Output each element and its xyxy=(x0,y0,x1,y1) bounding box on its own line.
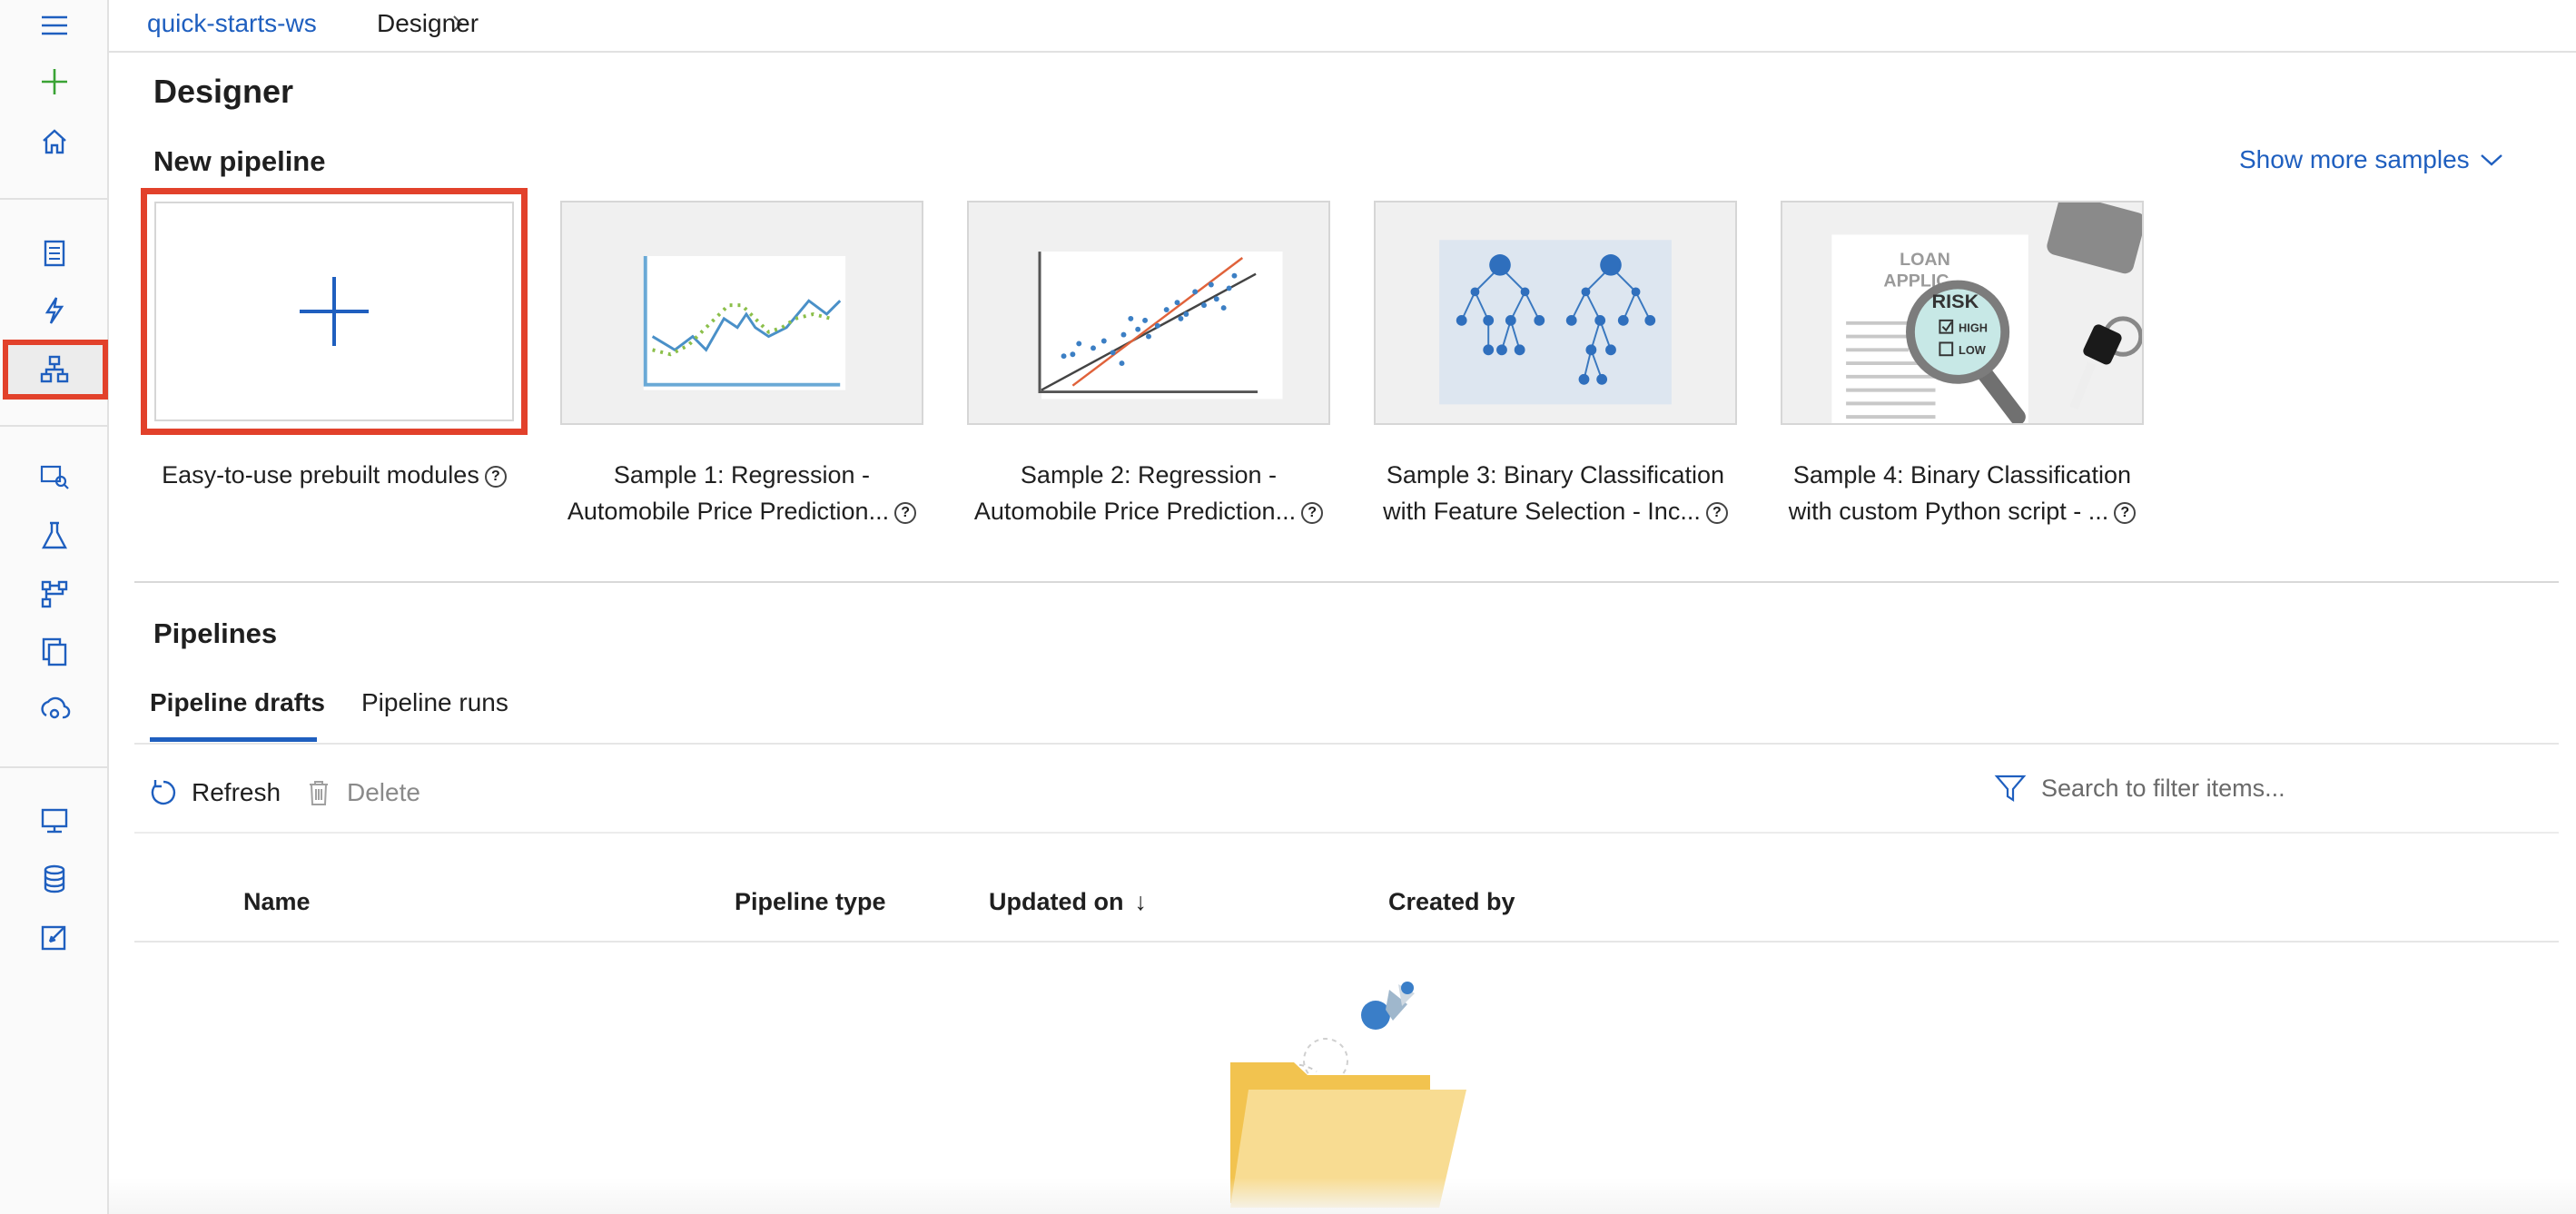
home-icon[interactable] xyxy=(18,116,91,167)
automl-icon[interactable] xyxy=(18,285,91,336)
tile-caption: Sample 1: Regression - Automobile Price … xyxy=(542,457,942,529)
tile-caption-line2: Automobile Price Prediction... xyxy=(567,498,890,525)
tile-caption-line1: Sample 1: Regression - xyxy=(613,461,871,489)
column-header-name[interactable]: Name xyxy=(243,888,311,916)
rail-divider xyxy=(0,766,109,768)
show-more-samples-link[interactable]: Show more samples xyxy=(2239,145,2504,174)
help-icon[interactable]: ? xyxy=(1301,501,1324,524)
tile-caption-line1: Easy-to-use prebuilt modules xyxy=(162,461,479,489)
help-icon[interactable]: ? xyxy=(1705,501,1728,524)
sample-2-tile[interactable] xyxy=(967,201,1330,425)
empty-folder-illustration xyxy=(1230,982,1466,1208)
delete-button[interactable]: Delete xyxy=(303,775,420,811)
new-pipeline-title: New pipeline xyxy=(153,145,326,177)
breadcrumb-current: Designer xyxy=(377,9,479,37)
pipelines-title: Pipelines xyxy=(153,617,278,649)
help-icon[interactable]: ? xyxy=(2114,501,2137,524)
rail-divider xyxy=(0,425,109,427)
search-filter-box[interactable]: Search to filter items... xyxy=(1994,772,2285,804)
svg-text:RISK: RISK xyxy=(1932,290,1979,312)
search-input[interactable]: Search to filter items... xyxy=(2041,775,2285,803)
tile-caption: Easy-to-use prebuilt modules? xyxy=(134,457,534,493)
sample-4-tile[interactable]: LOAN APPLIC RISK HIGH LOW xyxy=(1781,201,2144,425)
new-pipeline-tile-card xyxy=(154,202,514,421)
decision-tree-thumbnail xyxy=(1439,240,1672,405)
pipelines-icon[interactable] xyxy=(18,568,91,619)
plus-icon[interactable] xyxy=(18,56,91,107)
rail-divider xyxy=(0,198,109,200)
svg-text:LOW: LOW xyxy=(1959,343,1987,357)
models-icon[interactable] xyxy=(18,627,91,677)
tile-caption-line2: with Feature Selection - Inc... xyxy=(1383,498,1701,525)
delete-label: Delete xyxy=(347,778,420,806)
scatter-chart-thumbnail xyxy=(1038,252,1283,400)
bottom-fade xyxy=(109,1178,2576,1214)
labeling-icon[interactable] xyxy=(18,912,91,962)
tile-caption-line1: Sample 4: Binary Classification xyxy=(1792,461,2132,489)
endpoints-icon[interactable] xyxy=(18,685,91,735)
new-pipeline-tile[interactable] xyxy=(141,188,528,435)
tile-caption: Sample 4: Binary Classification with cus… xyxy=(1762,457,2162,529)
line-chart-thumbnail xyxy=(643,256,846,390)
breadcrumb: quick-starts-ws Designer xyxy=(109,0,2576,53)
refresh-label: Refresh xyxy=(192,778,281,806)
help-icon[interactable]: ? xyxy=(484,465,507,488)
column-header-updated-on[interactable]: Updated on ↓ xyxy=(989,888,1147,916)
sample-1-tile[interactable] xyxy=(560,201,923,425)
page-title: Designer xyxy=(153,73,294,110)
tile-caption: Sample 2: Regression - Automobile Price … xyxy=(949,457,1348,529)
active-tab-indicator xyxy=(150,737,317,742)
hamburger-icon[interactable] xyxy=(18,0,91,51)
toolbar-divider xyxy=(134,832,2559,834)
tile-caption: Sample 3: Binary Classification with Fea… xyxy=(1356,457,1755,529)
notebook-icon[interactable] xyxy=(18,227,91,278)
designer-icon[interactable] xyxy=(18,343,91,394)
breadcrumb-workspace-link[interactable]: quick-starts-ws xyxy=(147,9,317,38)
tile-caption-line1: Sample 3: Binary Classification xyxy=(1386,461,1725,489)
column-header-updated-on-label: Updated on xyxy=(989,888,1124,915)
compute-icon[interactable] xyxy=(18,795,91,846)
column-header-pipeline-type[interactable]: Pipeline type xyxy=(735,888,886,916)
column-header-created-by[interactable]: Created by xyxy=(1388,888,1515,916)
tab-pipeline-drafts[interactable]: Pipeline drafts xyxy=(150,688,325,717)
experiments-icon[interactable] xyxy=(18,510,91,561)
refresh-icon xyxy=(151,780,176,805)
datasets-icon[interactable] xyxy=(18,450,91,501)
section-divider xyxy=(134,581,2559,583)
sort-arrow-down-icon: ↓ xyxy=(1134,888,1148,915)
tile-caption-line2: with custom Python script - ... xyxy=(1788,498,2109,525)
refresh-button[interactable]: Refresh xyxy=(148,775,281,811)
tile-caption-line2: Automobile Price Prediction... xyxy=(973,498,1297,525)
table-header-divider xyxy=(134,941,2559,943)
tile-caption-line1: Sample 2: Regression - xyxy=(1020,461,1278,489)
sample-3-tile[interactable] xyxy=(1374,201,1737,425)
datastores-icon[interactable] xyxy=(18,854,91,904)
left-nav-rail xyxy=(0,0,109,1214)
tab-pipeline-runs[interactable]: Pipeline runs xyxy=(361,688,508,717)
filter-icon xyxy=(1994,775,2027,803)
tabs-divider xyxy=(134,743,2559,745)
svg-text:HIGH: HIGH xyxy=(1959,321,1988,335)
show-more-samples-label: Show more samples xyxy=(2239,145,2470,173)
help-icon[interactable]: ? xyxy=(894,501,917,524)
chevron-down-icon xyxy=(2480,154,2502,166)
trash-icon xyxy=(310,781,328,805)
plus-icon xyxy=(300,277,369,346)
svg-text:LOAN: LOAN xyxy=(1900,250,1950,270)
loan-risk-thumbnail: LOAN APPLIC RISK HIGH LOW xyxy=(1831,202,2142,423)
